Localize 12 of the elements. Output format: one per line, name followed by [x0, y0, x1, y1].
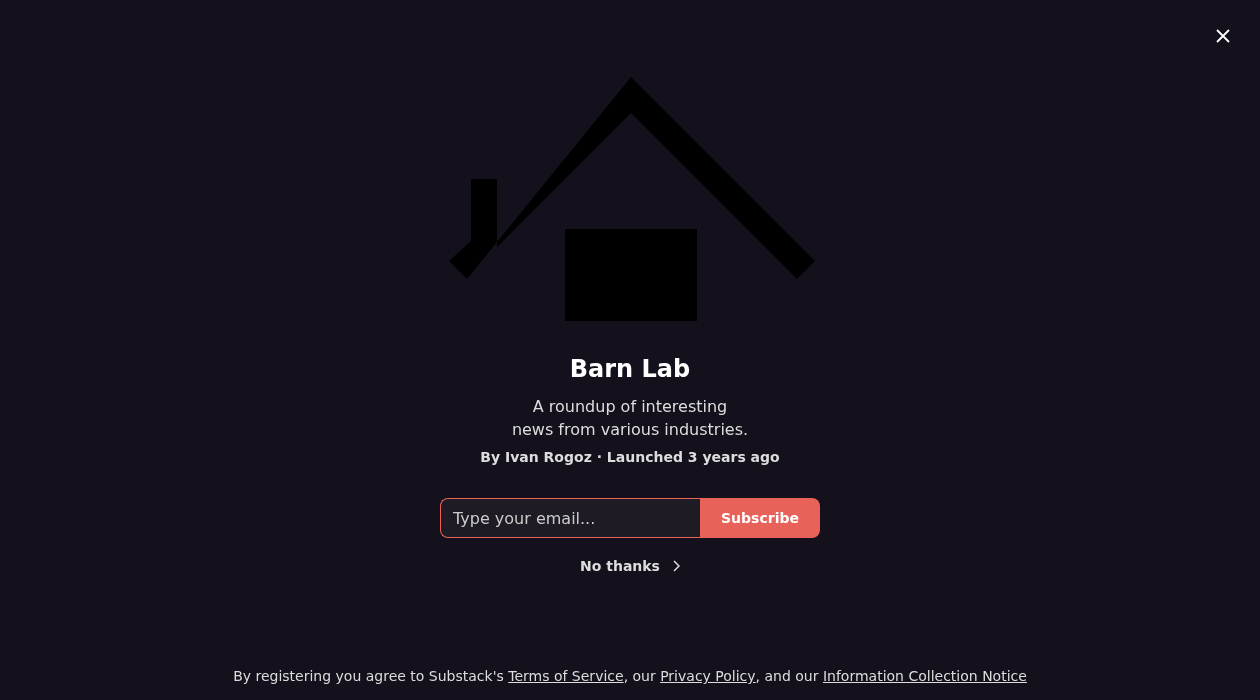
email-field[interactable]: Type your email...: [440, 498, 700, 538]
close-icon: [1216, 29, 1230, 43]
chevron-icon: [671, 560, 680, 572]
policy-link[interactable]: Terms of Service: [508, 668, 624, 684]
publication-title: Barn Lab: [569, 354, 691, 385]
policy-link[interactable]: Information Collection Notice: [822, 668, 1027, 684]
close-button[interactable]: [1216, 29, 1230, 43]
no-thanks-link[interactable]: No thanks: [580, 558, 680, 574]
terms-notice: By registering you agree to Substack's Terms of Service, our Privacy Policy, and our Information Collection Notice: [233, 668, 1027, 684]
policy-link[interactable]: Privacy Policy: [660, 668, 756, 684]
publication-description: A roundup of interesting news from various industries.: [511, 396, 749, 441]
byline: By Ivan Rogoz · Launched 3 years ago: [480, 449, 780, 465]
